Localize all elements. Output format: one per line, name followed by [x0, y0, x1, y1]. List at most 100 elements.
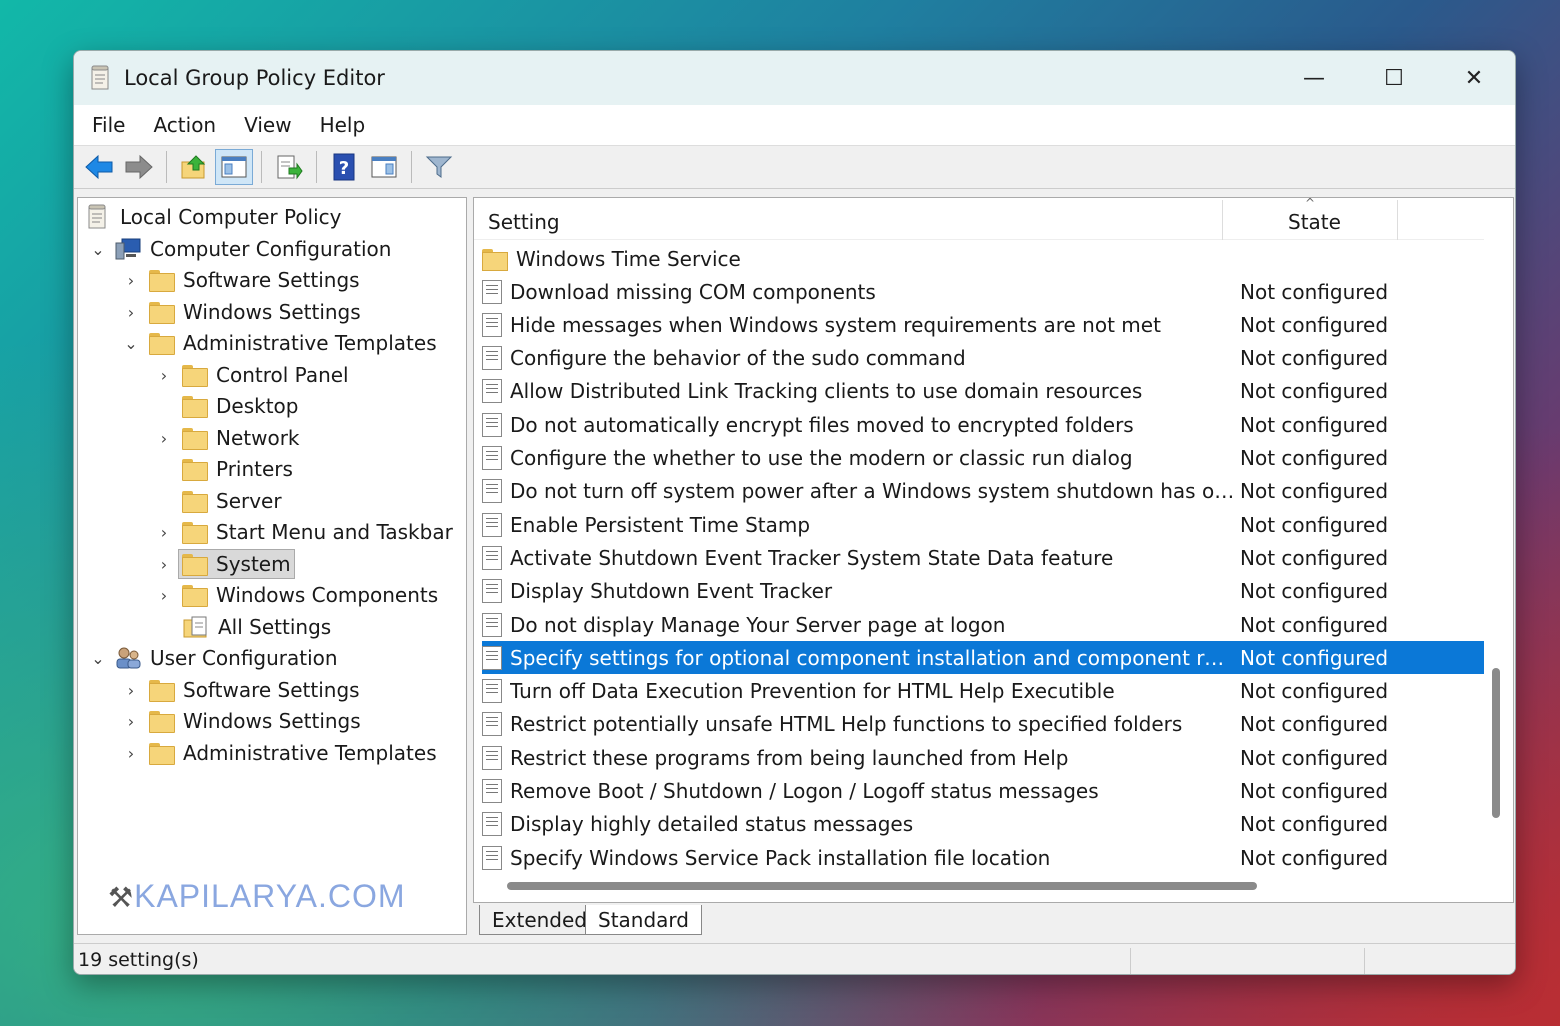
- list-item[interactable]: Specify Windows Service Pack installatio…: [482, 841, 1484, 874]
- setting-state: Not configured: [1240, 845, 1389, 870]
- vertical-scrollbar[interactable]: [1492, 668, 1500, 818]
- folder-icon: [149, 333, 175, 355]
- list-item[interactable]: Activate Shutdown Event Tracker System S…: [482, 541, 1484, 574]
- tree-item-computer-configuration[interactable]: ⌄ Computer Configuration: [86, 234, 391, 264]
- up-one-level-button[interactable]: [175, 149, 213, 185]
- tree-item-uc-windows-settings[interactable]: › Windows Settings: [119, 706, 361, 736]
- tree-item-user-configuration[interactable]: ⌄ User Configuration: [86, 643, 337, 673]
- chevron-right-icon[interactable]: ›: [152, 586, 176, 605]
- tree-item-control-panel[interactable]: › Control Panel: [152, 360, 349, 390]
- tree-item-desktop[interactable]: Desktop: [152, 391, 298, 421]
- setting-name: Enable Persistent Time Stamp: [510, 512, 811, 537]
- menu-view[interactable]: View: [230, 113, 305, 137]
- chevron-down-icon[interactable]: ⌄: [119, 334, 143, 353]
- list-item[interactable]: Hide messages when Windows system requir…: [482, 308, 1484, 341]
- list-item[interactable]: Allow Distributed Link Tracking clients …: [482, 375, 1484, 408]
- chevron-right-icon[interactable]: ›: [119, 303, 143, 322]
- setting-state: Not configured: [1240, 645, 1389, 670]
- forward-button[interactable]: [120, 149, 158, 185]
- folder-icon: [149, 302, 175, 324]
- tree-item-server[interactable]: Server: [152, 486, 282, 516]
- menu-file[interactable]: File: [78, 113, 139, 137]
- tree-item-start-menu-and-taskbar[interactable]: › Start Menu and Taskbar: [152, 517, 453, 547]
- setting-state: Not configured: [1240, 446, 1389, 470]
- chevron-down-icon[interactable]: ⌄: [86, 240, 110, 259]
- tree-item-cc-administrative-templates[interactable]: ⌄ Administrative Templates: [119, 328, 437, 358]
- column-divider[interactable]: [1222, 200, 1223, 240]
- list-item[interactable]: Restrict these programs from being launc…: [482, 741, 1484, 774]
- tree-label: Local Computer Policy: [120, 205, 342, 229]
- show-hide-action-pane-button[interactable]: [365, 149, 403, 185]
- tree-item-all-settings[interactable]: All Settings: [152, 612, 331, 642]
- chevron-right-icon[interactable]: ›: [119, 271, 143, 290]
- list-item[interactable]: Configure the behavior of the sudo comma…: [482, 342, 1484, 375]
- toolbar-separator: [261, 151, 262, 183]
- help-button[interactable]: ?: [325, 149, 363, 185]
- setting-name: Specify Windows Service Pack installatio…: [510, 845, 1051, 870]
- chevron-right-icon[interactable]: ›: [152, 366, 176, 385]
- setting-name: Display Shutdown Event Tracker: [510, 579, 833, 604]
- chevron-right-icon[interactable]: ›: [152, 555, 176, 574]
- tab-extended[interactable]: Extended: [479, 905, 600, 935]
- svg-text:?: ?: [339, 158, 349, 179]
- chevron-right-icon[interactable]: ›: [119, 712, 143, 731]
- show-hide-console-tree-button[interactable]: [215, 149, 253, 185]
- close-button[interactable]: ✕: [1434, 51, 1514, 105]
- list-item[interactable]: Display Shutdown Event Tracker Not config…: [482, 575, 1484, 608]
- column-divider[interactable]: [1397, 200, 1398, 240]
- setting-state: Not configured: [1240, 745, 1389, 770]
- folder-icon: [182, 365, 208, 387]
- list-item[interactable]: Enable Persistent Time Stamp Not configur…: [482, 508, 1484, 541]
- tree-item-network[interactable]: › Network: [152, 423, 300, 453]
- chevron-right-icon[interactable]: ›: [152, 523, 176, 542]
- chevron-right-icon[interactable]: ›: [119, 681, 143, 700]
- list-item[interactable]: Restrict potentially unsafe HTML Help fu…: [482, 708, 1484, 741]
- list-item[interactable]: Do not automatically encrypt files moved…: [482, 408, 1484, 441]
- policy-setting-icon: [482, 779, 502, 803]
- horizontal-scrollbar[interactable]: [507, 882, 1257, 890]
- list-item[interactable]: Download missing COM components Not confi…: [482, 275, 1484, 308]
- menu-help[interactable]: Help: [306, 113, 380, 137]
- filter-button[interactable]: [420, 149, 458, 185]
- tree-item-local-computer-policy[interactable]: Local Computer Policy: [86, 202, 342, 232]
- list-item[interactable]: Display highly detailed status messages N…: [482, 808, 1484, 841]
- list-item[interactable]: Do not display Manage Your Server page a…: [482, 608, 1484, 641]
- tree-item-windows-components[interactable]: › Windows Components: [152, 580, 438, 610]
- column-header-state[interactable]: State: [1288, 210, 1341, 234]
- minimize-button[interactable]: —: [1274, 51, 1354, 105]
- menu-action[interactable]: Action: [139, 113, 230, 137]
- export-list-icon: [277, 155, 303, 180]
- list-item[interactable]: Specify settings for optional component …: [482, 641, 1484, 675]
- policy-setting-icon: [482, 645, 502, 670]
- tab-standard[interactable]: Standard: [585, 905, 702, 935]
- chevron-down-icon[interactable]: ⌄: [86, 649, 110, 668]
- policy-setting-icon: [482, 412, 502, 437]
- tree-item-system[interactable]: › System: [152, 549, 295, 579]
- setting-state: Not configured: [1240, 312, 1389, 337]
- list-item[interactable]: Turn off Data Execution Prevention for H…: [482, 675, 1484, 708]
- list-item[interactable]: Remove Boot / Shutdown / Logon / Logoff …: [482, 775, 1484, 808]
- export-list-button[interactable]: [270, 149, 308, 185]
- tree-item-uc-software-settings[interactable]: › Software Settings: [119, 675, 360, 705]
- policy-setting-icon: [482, 579, 502, 604]
- list-item-folder[interactable]: Windows Time Service: [482, 242, 1484, 275]
- chevron-right-icon[interactable]: ›: [152, 429, 176, 448]
- toolbar-separator: [316, 151, 317, 183]
- tree-selection-highlight: System: [178, 549, 295, 579]
- folder-up-icon: [181, 155, 206, 179]
- folder-icon: [149, 270, 175, 292]
- tree-item-printers[interactable]: Printers: [152, 454, 293, 484]
- list-item[interactable]: Do not turn off system power after a Win…: [482, 475, 1484, 508]
- computer-icon: [115, 238, 141, 260]
- back-button[interactable]: [80, 149, 118, 185]
- chevron-right-icon[interactable]: ›: [119, 744, 143, 763]
- tree-item-uc-administrative-templates[interactable]: › Administrative Templates: [119, 738, 437, 768]
- maximize-button[interactable]: ☐: [1354, 51, 1434, 105]
- status-divider: [1130, 948, 1131, 974]
- tree-item-cc-windows-settings[interactable]: › Windows Settings: [119, 297, 361, 327]
- folder-icon: [149, 711, 175, 733]
- tree-item-cc-software-settings[interactable]: › Software Settings: [119, 265, 360, 295]
- column-header-setting[interactable]: Setting: [488, 210, 560, 234]
- setting-name: Restrict potentially unsafe HTML Help fu…: [510, 712, 1183, 737]
- list-item[interactable]: Configure the whether to use the modern …: [482, 442, 1484, 475]
